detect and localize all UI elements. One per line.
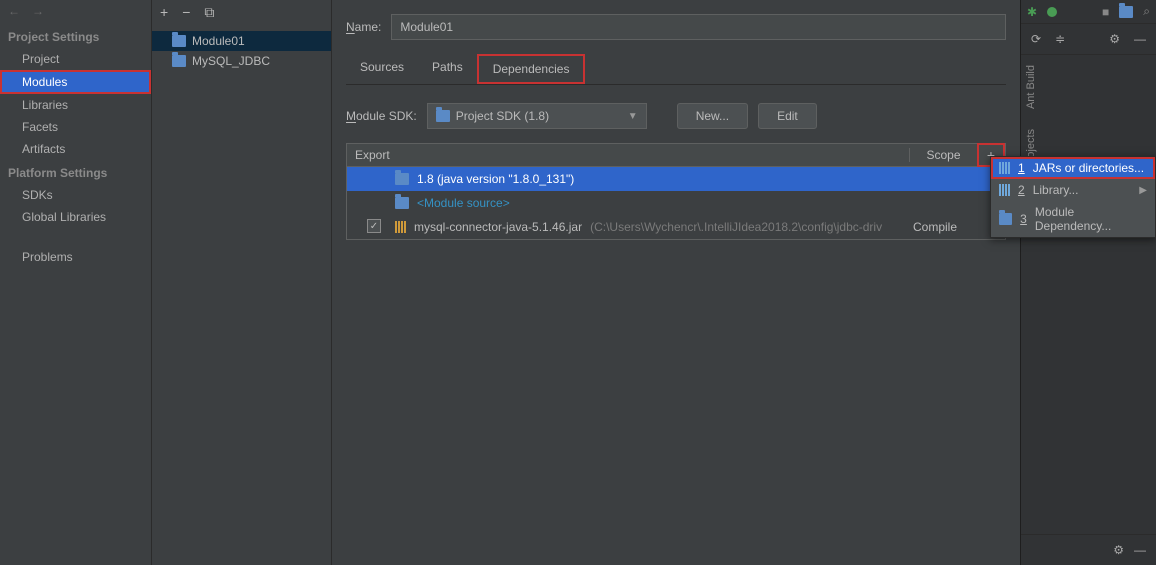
copy-module-icon[interactable]: ⧉	[204, 4, 214, 21]
th-scope: Scope	[909, 148, 977, 162]
folder-icon	[172, 55, 186, 67]
nav-global-libraries[interactable]: Global Libraries	[0, 206, 151, 228]
run-icon[interactable]	[1047, 7, 1057, 17]
menu-index: 1	[1018, 161, 1025, 175]
ant-build-tab[interactable]: Ant Build	[1021, 55, 1041, 119]
add-dependency-menu: 1 JARs or directories... 2 Library... ▶ …	[990, 156, 1156, 238]
gear-icon[interactable]: ⚙	[1109, 32, 1120, 46]
menu-jars[interactable]: 1 JARs or directories...	[991, 157, 1155, 179]
folder-icon	[436, 110, 450, 122]
tab-paths[interactable]: Paths	[418, 54, 477, 84]
dep-scope[interactable]: Compile	[913, 220, 977, 234]
nav-project[interactable]: Project	[0, 48, 151, 70]
dependencies-table: Export Scope + 1.8 (java version "1.8.0_…	[346, 143, 1006, 240]
settings-panel: ← → Project Settings Project Modules Lib…	[0, 0, 152, 565]
nav-modules[interactable]: Modules	[0, 70, 151, 94]
section-project-settings: Project Settings	[0, 24, 151, 48]
folder-icon	[999, 213, 1012, 225]
right-toolbar: ✱ ■ ⌕ ⟳ ≑ ⚙ — Ant Build Maven Projects ⚙…	[1020, 0, 1156, 565]
nav-sdks[interactable]: SDKs	[0, 184, 151, 206]
menu-index: 3	[1020, 212, 1027, 226]
dep-path: (C:\Users\Wychencr\.IntelliJIdea2018.2\c…	[590, 220, 882, 234]
module-tree-panel: + − ⧉ Module01 MySQL_JDBC	[152, 0, 332, 565]
folder-icon[interactable]	[1119, 6, 1133, 18]
module-name-input[interactable]	[391, 14, 1006, 40]
section-platform-settings: Platform Settings	[0, 160, 151, 184]
chevron-right-icon: ▶	[1139, 185, 1147, 196]
edit-sdk-button[interactable]: Edit	[758, 103, 817, 129]
add-module-icon[interactable]: +	[160, 4, 168, 21]
dep-row-sdk[interactable]: 1.8 (java version "1.8.0_131")	[347, 167, 1005, 191]
tree-item-mysql[interactable]: MySQL_JDBC	[152, 51, 331, 71]
minimize-icon[interactable]: —	[1134, 543, 1146, 557]
menu-library[interactable]: 2 Library... ▶	[991, 179, 1155, 201]
bug-icon[interactable]: ✱	[1027, 5, 1037, 19]
nav-libraries[interactable]: Libraries	[0, 94, 151, 116]
new-sdk-button[interactable]: New...	[677, 103, 748, 129]
module-sdk-select[interactable]: Project SDK (1.8) ▼	[427, 103, 647, 129]
export-checkbox[interactable]: ✓	[367, 219, 381, 233]
collapse-icon[interactable]: ≑	[1055, 32, 1065, 46]
stop-icon[interactable]: ■	[1102, 5, 1109, 19]
back-arrow-icon[interactable]: ←	[8, 4, 20, 18]
remove-module-icon[interactable]: −	[182, 4, 190, 21]
tab-sources[interactable]: Sources	[346, 54, 418, 84]
folder-icon	[172, 35, 186, 47]
tab-dependencies[interactable]: Dependencies	[477, 54, 586, 84]
tree-item-module01[interactable]: Module01	[152, 31, 331, 51]
dep-row-mysql[interactable]: ✓ mysql-connector-java-5.1.46.jar (C:\Us…	[347, 215, 1005, 239]
library-icon	[999, 184, 1010, 196]
menu-label: Module Dependency...	[1035, 205, 1147, 233]
folder-icon	[395, 173, 409, 185]
nav-problems[interactable]: Problems	[0, 246, 151, 268]
center-panel: Name: Sources Paths Dependencies Module …	[332, 0, 1020, 565]
gear-icon[interactable]: ⚙	[1113, 543, 1124, 557]
forward-arrow-icon[interactable]: →	[32, 4, 44, 18]
dep-label: 1.8 (java version "1.8.0_131")	[417, 172, 574, 186]
jar-icon	[395, 221, 406, 233]
tree-label: Module01	[192, 34, 245, 48]
nav-arrows: ← →	[0, 4, 151, 24]
folder-icon	[395, 197, 409, 209]
tree-toolbar: + − ⧉	[152, 4, 331, 27]
menu-module-dependency[interactable]: 3 Module Dependency...	[991, 201, 1155, 237]
search-icon[interactable]: ⌕	[1143, 4, 1150, 19]
nav-facets[interactable]: Facets	[0, 116, 151, 138]
name-label: Name:	[346, 20, 381, 34]
menu-label: JARs or directories...	[1033, 161, 1144, 175]
tree-label: MySQL_JDBC	[192, 54, 270, 68]
module-sdk-label: Module SDK:	[346, 109, 417, 123]
dep-row-module-source[interactable]: <Module source>	[347, 191, 1005, 215]
tabs: Sources Paths Dependencies	[346, 54, 1006, 85]
menu-label: Library...	[1033, 183, 1079, 197]
nav-artifacts[interactable]: Artifacts	[0, 138, 151, 160]
sdk-value: Project SDK (1.8)	[456, 109, 549, 123]
menu-index: 2	[1018, 183, 1025, 197]
jar-icon	[999, 162, 1010, 174]
th-export: Export	[347, 148, 909, 162]
dep-label: <Module source>	[417, 196, 510, 210]
minimize-icon[interactable]: —	[1134, 32, 1146, 46]
sync-icon[interactable]: ⟳	[1031, 32, 1041, 46]
chevron-down-icon: ▼	[628, 111, 638, 122]
dep-label: mysql-connector-java-5.1.46.jar	[414, 220, 582, 234]
